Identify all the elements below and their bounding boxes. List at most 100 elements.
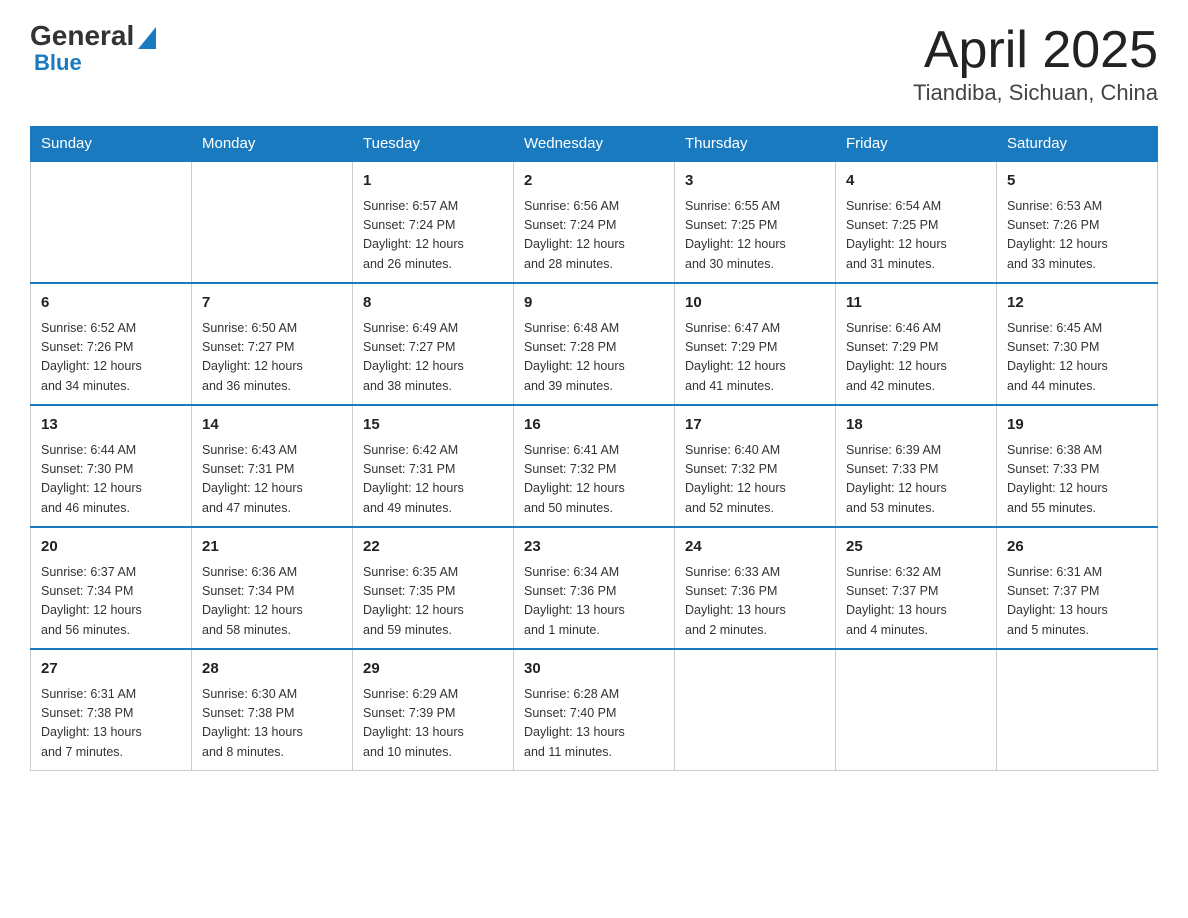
calendar-table: SundayMondayTuesdayWednesdayThursdayFrid… xyxy=(30,126,1158,771)
logo: General Blue xyxy=(30,20,156,76)
calendar-cell: 23 Sunrise: 6:34 AMSunset: 7:36 PMDayligh… xyxy=(514,527,675,649)
day-number: 20 xyxy=(41,536,181,559)
calendar-week-row: 1 Sunrise: 6:57 AMSunset: 7:24 PMDaylight… xyxy=(31,161,1158,283)
calendar-cell: 16 Sunrise: 6:41 AMSunset: 7:32 PMDayligh… xyxy=(514,405,675,527)
calendar-week-row: 20Sunrise: 6:37 AMSunset: 7:34 PMDayligh… xyxy=(31,527,1158,649)
calendar-week-row: 27 Sunrise: 6:31 AMSunset: 7:38 PMDayligh… xyxy=(31,649,1158,771)
calendar-cell: 24 Sunrise: 6:33 AMSunset: 7:36 PMDayligh… xyxy=(675,527,836,649)
calendar-header-sunday: Sunday xyxy=(31,127,192,162)
calendar-header-wednesday: Wednesday xyxy=(514,127,675,162)
logo-blue-text: Blue xyxy=(34,50,82,76)
day-number: 6 xyxy=(41,292,181,315)
calendar-cell: 29Sunrise: 6:29 AMSunset: 7:39 PMDayligh… xyxy=(353,649,514,771)
calendar-cell xyxy=(836,649,997,771)
calendar-header-row: SundayMondayTuesdayWednesdayThursdayFrid… xyxy=(31,127,1158,162)
calendar-cell: 8 Sunrise: 6:49 AMSunset: 7:27 PMDaylight… xyxy=(353,283,514,405)
day-number: 29 xyxy=(363,658,503,681)
day-info: Sunrise: 6:46 AMSunset: 7:29 PMDaylight:… xyxy=(846,319,986,397)
calendar-cell: 26Sunrise: 6:31 AMSunset: 7:37 PMDayligh… xyxy=(997,527,1158,649)
day-number: 3 xyxy=(685,170,825,193)
calendar-cell: 12 Sunrise: 6:45 AMSunset: 7:30 PMDayligh… xyxy=(997,283,1158,405)
page-title: April 2025 xyxy=(913,20,1158,80)
day-number: 27 xyxy=(41,658,181,681)
day-number: 26 xyxy=(1007,536,1147,559)
day-number: 9 xyxy=(524,292,664,315)
page-header: General Blue April 2025 Tiandiba, Sichua… xyxy=(30,20,1158,106)
day-number: 5 xyxy=(1007,170,1147,193)
calendar-cell xyxy=(192,161,353,283)
calendar-cell: 30Sunrise: 6:28 AMSunset: 7:40 PMDayligh… xyxy=(514,649,675,771)
day-info: Sunrise: 6:41 AMSunset: 7:32 PMDaylight:… xyxy=(524,441,664,519)
calendar-cell: 18 Sunrise: 6:39 AMSunset: 7:33 PMDayligh… xyxy=(836,405,997,527)
calendar-cell: 7Sunrise: 6:50 AMSunset: 7:27 PMDaylight… xyxy=(192,283,353,405)
day-number: 24 xyxy=(685,536,825,559)
day-number: 10 xyxy=(685,292,825,315)
calendar-header-tuesday: Tuesday xyxy=(353,127,514,162)
logo-general-text: General xyxy=(30,20,134,52)
day-info: Sunrise: 6:40 AMSunset: 7:32 PMDaylight:… xyxy=(685,441,825,519)
day-info: Sunrise: 6:45 AMSunset: 7:30 PMDaylight:… xyxy=(1007,319,1147,397)
day-number: 15 xyxy=(363,414,503,437)
day-info: Sunrise: 6:54 AMSunset: 7:25 PMDaylight:… xyxy=(846,197,986,275)
day-number: 25 xyxy=(846,536,986,559)
day-info: Sunrise: 6:55 AMSunset: 7:25 PMDaylight:… xyxy=(685,197,825,275)
calendar-cell: 1 Sunrise: 6:57 AMSunset: 7:24 PMDaylight… xyxy=(353,161,514,283)
day-number: 7 xyxy=(202,292,342,315)
calendar-cell: 15 Sunrise: 6:42 AMSunset: 7:31 PMDayligh… xyxy=(353,405,514,527)
day-number: 16 xyxy=(524,414,664,437)
day-number: 18 xyxy=(846,414,986,437)
day-number: 1 xyxy=(363,170,503,193)
day-info: Sunrise: 6:57 AMSunset: 7:24 PMDaylight:… xyxy=(363,197,503,275)
day-number: 12 xyxy=(1007,292,1147,315)
calendar-cell: 14 Sunrise: 6:43 AMSunset: 7:31 PMDayligh… xyxy=(192,405,353,527)
day-info: Sunrise: 6:35 AMSunset: 7:35 PMDaylight:… xyxy=(363,563,503,641)
day-number: 14 xyxy=(202,414,342,437)
calendar-cell: 22 Sunrise: 6:35 AMSunset: 7:35 PMDayligh… xyxy=(353,527,514,649)
day-number: 8 xyxy=(363,292,503,315)
calendar-cell: 17 Sunrise: 6:40 AMSunset: 7:32 PMDayligh… xyxy=(675,405,836,527)
calendar-week-row: 13 Sunrise: 6:44 AMSunset: 7:30 PMDayligh… xyxy=(31,405,1158,527)
calendar-cell: 6Sunrise: 6:52 AMSunset: 7:26 PMDaylight… xyxy=(31,283,192,405)
day-info: Sunrise: 6:56 AMSunset: 7:24 PMDaylight:… xyxy=(524,197,664,275)
calendar-week-row: 6Sunrise: 6:52 AMSunset: 7:26 PMDaylight… xyxy=(31,283,1158,405)
day-number: 4 xyxy=(846,170,986,193)
day-info: Sunrise: 6:30 AMSunset: 7:38 PMDaylight:… xyxy=(202,685,342,763)
calendar-header-friday: Friday xyxy=(836,127,997,162)
day-number: 19 xyxy=(1007,414,1147,437)
calendar-cell: 13 Sunrise: 6:44 AMSunset: 7:30 PMDayligh… xyxy=(31,405,192,527)
calendar-cell: 5 Sunrise: 6:53 AMSunset: 7:26 PMDaylight… xyxy=(997,161,1158,283)
day-info: Sunrise: 6:31 AMSunset: 7:38 PMDaylight:… xyxy=(41,685,181,763)
calendar-header-monday: Monday xyxy=(192,127,353,162)
calendar-cell: 28 Sunrise: 6:30 AMSunset: 7:38 PMDayligh… xyxy=(192,649,353,771)
day-info: Sunrise: 6:36 AMSunset: 7:34 PMDaylight:… xyxy=(202,563,342,641)
calendar-cell: 20Sunrise: 6:37 AMSunset: 7:34 PMDayligh… xyxy=(31,527,192,649)
day-number: 17 xyxy=(685,414,825,437)
day-info: Sunrise: 6:34 AMSunset: 7:36 PMDaylight:… xyxy=(524,563,664,641)
day-number: 23 xyxy=(524,536,664,559)
day-info: Sunrise: 6:47 AMSunset: 7:29 PMDaylight:… xyxy=(685,319,825,397)
calendar-cell: 3 Sunrise: 6:55 AMSunset: 7:25 PMDaylight… xyxy=(675,161,836,283)
day-number: 2 xyxy=(524,170,664,193)
day-number: 21 xyxy=(202,536,342,559)
page-subtitle: Tiandiba, Sichuan, China xyxy=(913,80,1158,106)
day-info: Sunrise: 6:42 AMSunset: 7:31 PMDaylight:… xyxy=(363,441,503,519)
calendar-cell: 2 Sunrise: 6:56 AMSunset: 7:24 PMDaylight… xyxy=(514,161,675,283)
calendar-cell xyxy=(997,649,1158,771)
day-info: Sunrise: 6:53 AMSunset: 7:26 PMDaylight:… xyxy=(1007,197,1147,275)
day-info: Sunrise: 6:43 AMSunset: 7:31 PMDaylight:… xyxy=(202,441,342,519)
day-number: 11 xyxy=(846,292,986,315)
day-info: Sunrise: 6:33 AMSunset: 7:36 PMDaylight:… xyxy=(685,563,825,641)
day-info: Sunrise: 6:44 AMSunset: 7:30 PMDaylight:… xyxy=(41,441,181,519)
calendar-cell: 19Sunrise: 6:38 AMSunset: 7:33 PMDayligh… xyxy=(997,405,1158,527)
calendar-header-saturday: Saturday xyxy=(997,127,1158,162)
day-number: 22 xyxy=(363,536,503,559)
day-info: Sunrise: 6:32 AMSunset: 7:37 PMDaylight:… xyxy=(846,563,986,641)
day-number: 13 xyxy=(41,414,181,437)
calendar-cell: 25 Sunrise: 6:32 AMSunset: 7:37 PMDayligh… xyxy=(836,527,997,649)
calendar-cell: 11 Sunrise: 6:46 AMSunset: 7:29 PMDayligh… xyxy=(836,283,997,405)
calendar-cell: 9Sunrise: 6:48 AMSunset: 7:28 PMDaylight… xyxy=(514,283,675,405)
day-info: Sunrise: 6:39 AMSunset: 7:33 PMDaylight:… xyxy=(846,441,986,519)
day-info: Sunrise: 6:28 AMSunset: 7:40 PMDaylight:… xyxy=(524,685,664,763)
day-info: Sunrise: 6:49 AMSunset: 7:27 PMDaylight:… xyxy=(363,319,503,397)
day-number: 28 xyxy=(202,658,342,681)
